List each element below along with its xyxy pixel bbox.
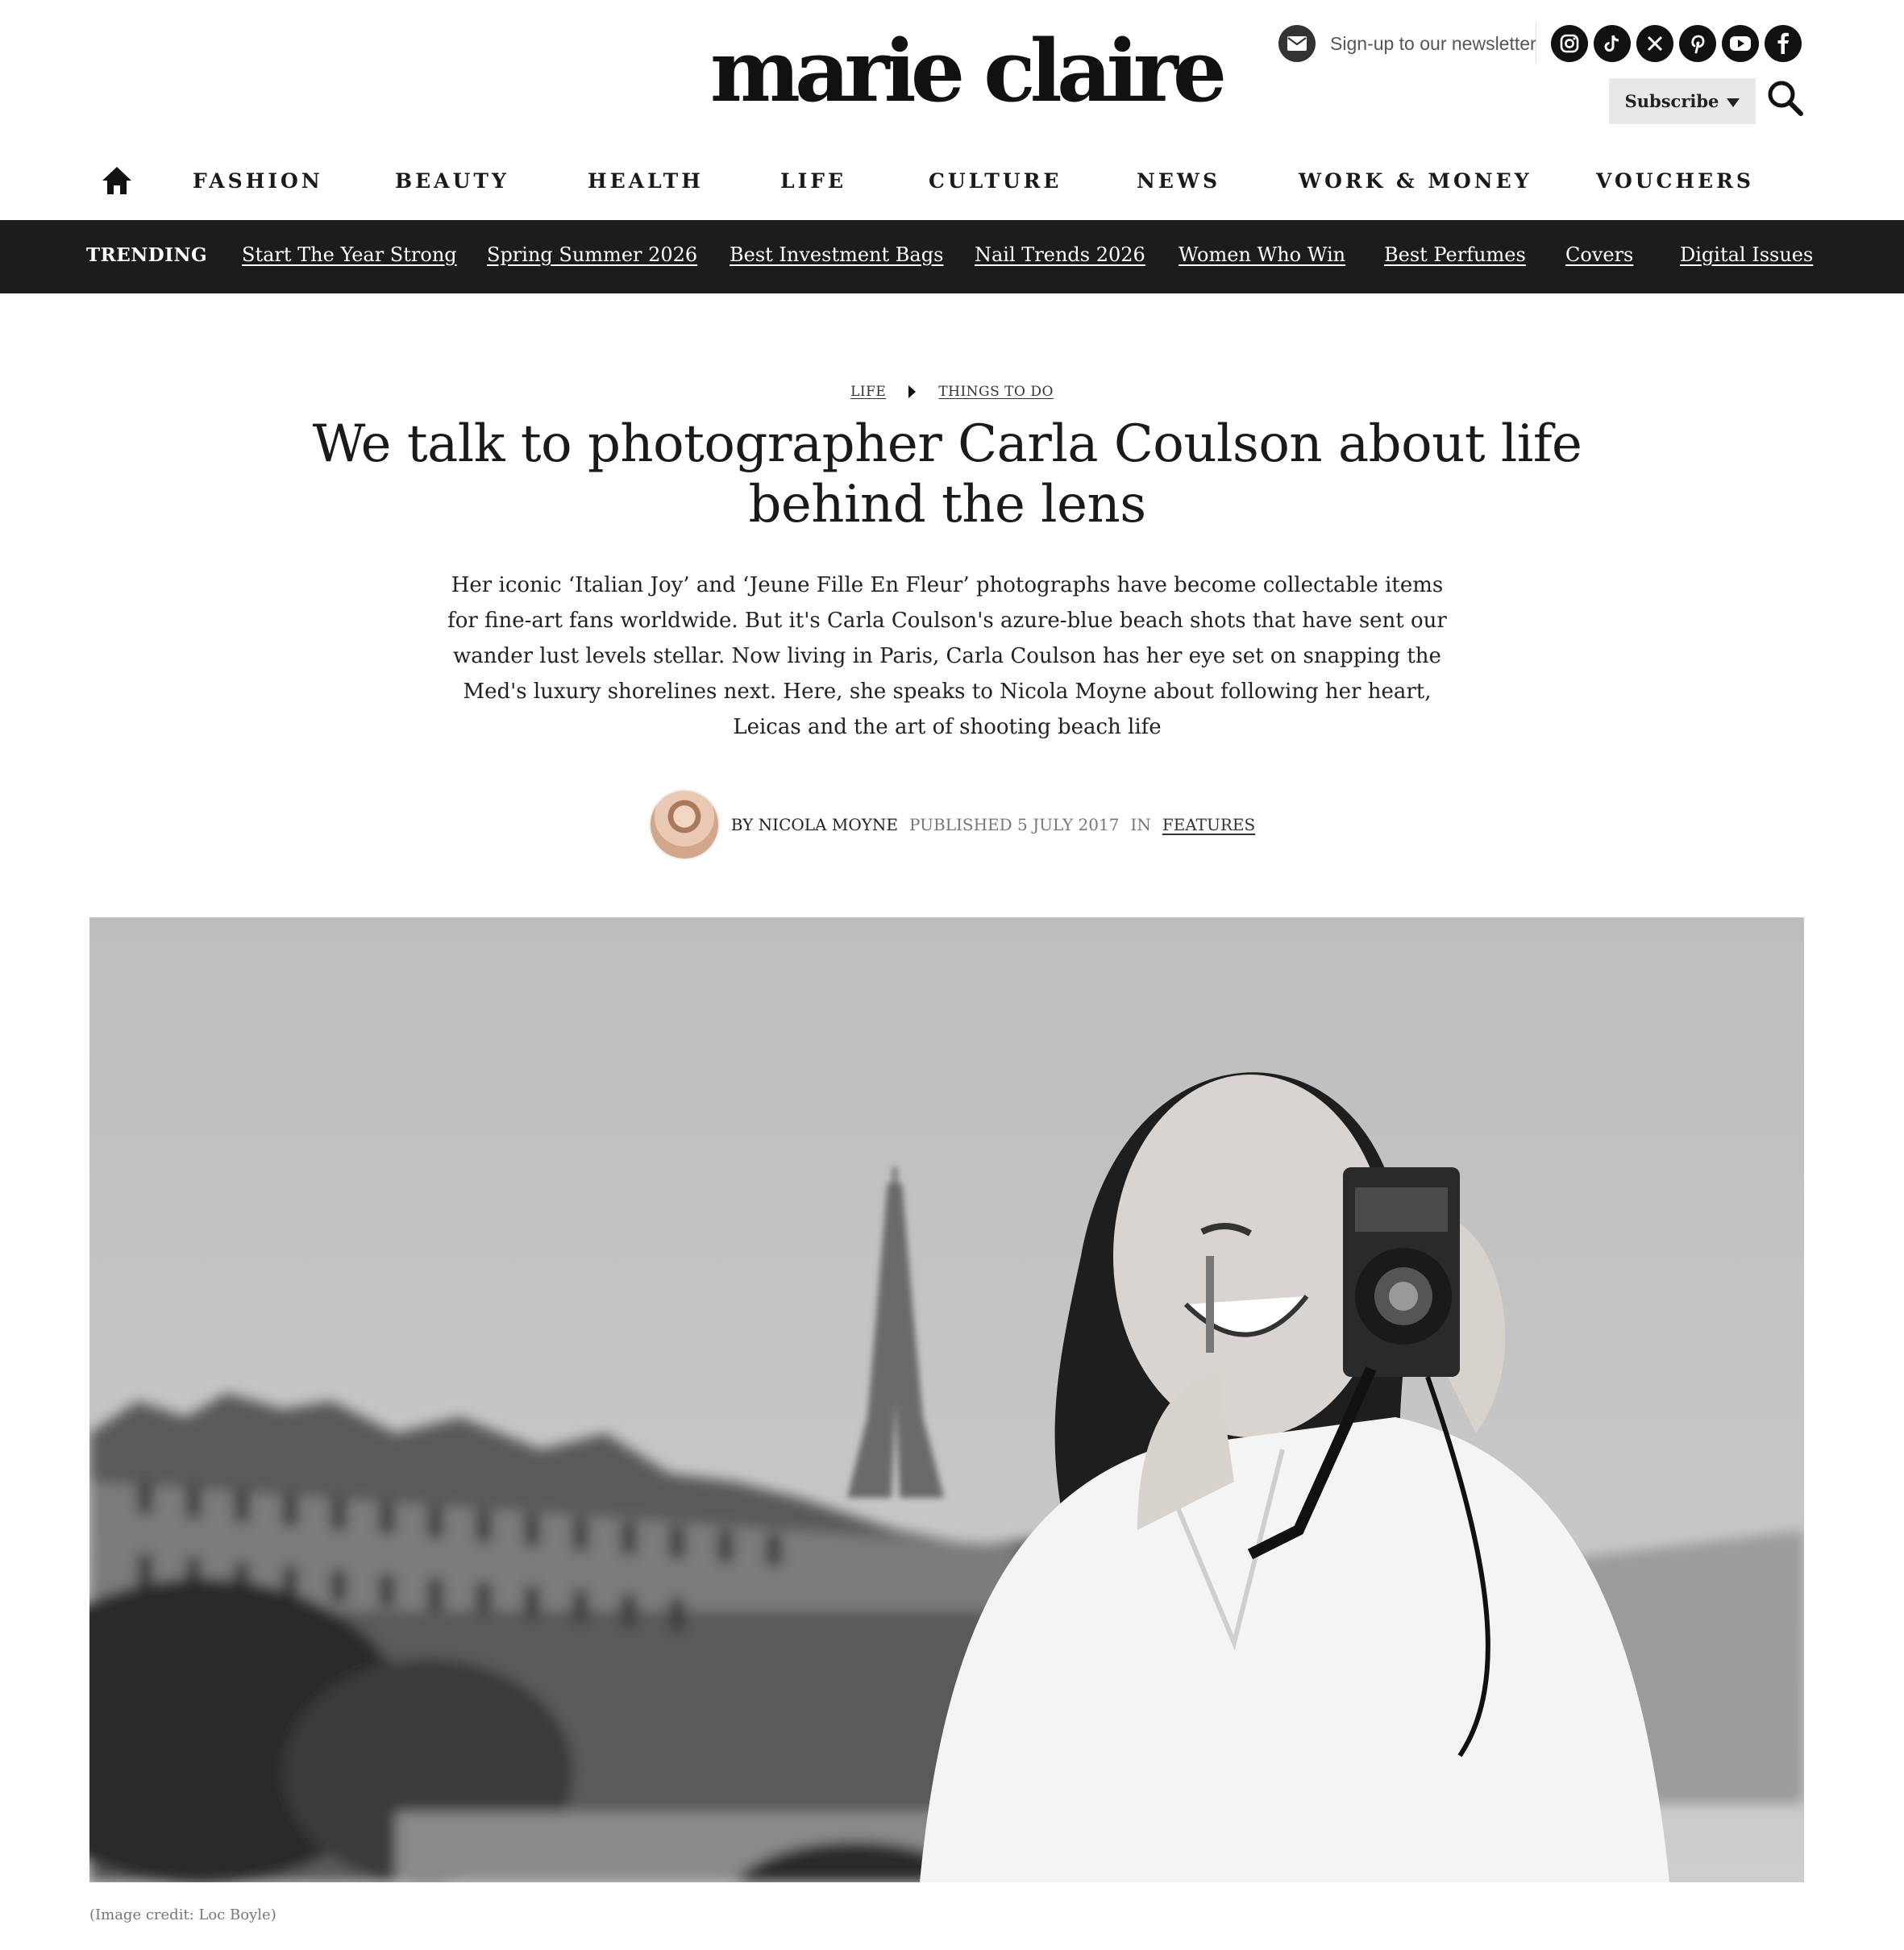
breadcrumb-life[interactable]: LIFE xyxy=(850,384,886,400)
trending-link[interactable]: Spring Summer 2026 xyxy=(487,243,697,266)
pinterest-icon[interactable] xyxy=(1679,25,1716,62)
article-headline: We talk to photographer Carla Coulson ab… xyxy=(312,414,1582,534)
main-navigation: FASHION BEAUTY HEALTH LIFE CULTURE NEWS … xyxy=(0,153,1904,208)
subscribe-label: Subscribe xyxy=(1624,91,1719,111)
chevron-right-icon xyxy=(908,385,917,398)
chevron-down-icon xyxy=(1727,98,1740,107)
nav-item-life[interactable]: LIFE xyxy=(780,169,846,193)
newsletter-signup-link[interactable]: Sign-up to our newsletter xyxy=(1278,25,1536,62)
search-icon[interactable] xyxy=(1765,78,1804,117)
trending-link[interactable]: Start The Year Strong xyxy=(242,243,457,266)
site-logo[interactable]: marie claire xyxy=(710,23,1227,119)
trending-link[interactable]: Best Investment Bags xyxy=(730,243,943,266)
nav-item-culture[interactable]: CULTURE xyxy=(929,169,1062,193)
site-header: marie claire Sign-up to our newsletter S… xyxy=(0,0,1904,142)
article-byline: BY NICOLA MOYNE PUBLISHED 5 JULY 2017 IN… xyxy=(0,788,1904,861)
tiktok-icon[interactable] xyxy=(1594,25,1631,62)
breadcrumb: LIFE THINGS TO DO xyxy=(0,384,1904,400)
trending-label: TRENDING xyxy=(86,244,208,266)
nav-item-work-money[interactable]: WORK & MONEY xyxy=(1299,169,1532,193)
byline-in: IN xyxy=(1130,815,1151,834)
byline-category-link[interactable]: FEATURES xyxy=(1162,815,1255,834)
home-icon[interactable] xyxy=(100,164,134,197)
youtube-icon[interactable] xyxy=(1722,25,1759,62)
newsletter-label: Sign-up to our newsletter xyxy=(1330,32,1536,54)
article-standfirst: Her iconic ‘Italian Joy’ and ‘Jeune Fill… xyxy=(447,573,1447,739)
image-caption: (Image credit: Loc Boyle) xyxy=(89,1906,276,1923)
nav-item-news[interactable]: NEWS xyxy=(1137,169,1220,193)
trending-link[interactable]: Covers xyxy=(1565,243,1633,266)
nav-item-beauty[interactable]: BEAUTY xyxy=(395,169,509,193)
social-links xyxy=(1551,25,1802,62)
trending-link[interactable]: Women Who Win xyxy=(1179,243,1345,266)
nav-item-fashion[interactable]: FASHION xyxy=(193,169,323,193)
byline-published-date: PUBLISHED 5 JULY 2017 xyxy=(909,815,1120,834)
nav-item-vouchers[interactable]: VOUCHERS xyxy=(1596,169,1754,193)
subscribe-button[interactable]: Subscribe xyxy=(1609,78,1756,124)
mail-icon xyxy=(1278,25,1316,62)
trending-bar: TRENDING Start The Year Strong Spring Su… xyxy=(0,220,1904,293)
nav-item-health[interactable]: HEALTH xyxy=(588,169,704,193)
trending-link[interactable]: Nail Trends 2026 xyxy=(975,243,1145,266)
trending-link[interactable]: Best Perfumes xyxy=(1384,243,1526,266)
hero-image xyxy=(89,917,1804,1882)
author-avatar[interactable] xyxy=(648,789,720,860)
byline-author[interactable]: BY NICOLA MOYNE xyxy=(731,815,898,834)
trending-link[interactable]: Digital Issues xyxy=(1680,243,1813,266)
breadcrumb-things-to-do[interactable]: THINGS TO DO xyxy=(938,384,1054,400)
x-icon[interactable] xyxy=(1636,25,1673,62)
instagram-icon[interactable] xyxy=(1551,25,1588,62)
facebook-icon[interactable] xyxy=(1765,25,1802,62)
